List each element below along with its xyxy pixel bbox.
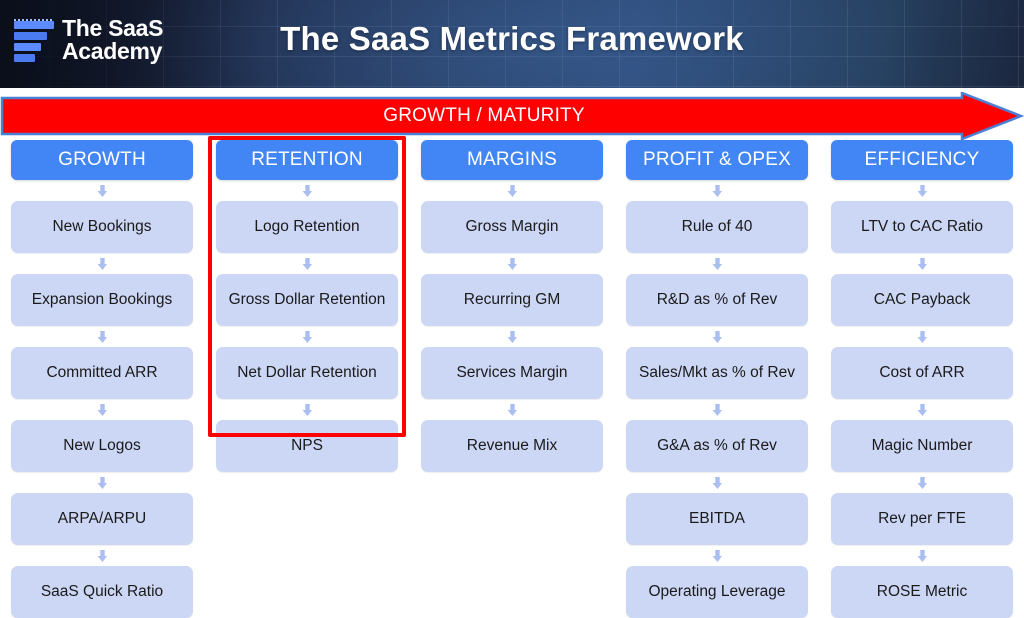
column-header-efficiency[interactable]: EFFICIENCY — [831, 140, 1013, 180]
metric-cell[interactable]: EBITDA — [626, 493, 808, 545]
connector-arrow — [626, 326, 808, 347]
column-header-retention[interactable]: RETENTION — [216, 140, 398, 180]
connector-arrow — [831, 253, 1013, 274]
column-margins: MARGINS Gross Margin Recurring GM Servic… — [421, 140, 603, 472]
connector-arrow — [831, 472, 1013, 493]
column-growth: GROWTH New Bookings Expansion Bookings C… — [11, 140, 193, 618]
metric-cell[interactable]: Rule of 40 — [626, 201, 808, 253]
metric-cell[interactable]: New Bookings — [11, 201, 193, 253]
connector-arrow — [216, 326, 398, 347]
metric-cell[interactable]: Committed ARR — [11, 347, 193, 399]
column-efficiency: EFFICIENCY LTV to CAC Ratio CAC Payback … — [831, 140, 1013, 618]
connector-arrow — [626, 472, 808, 493]
page-title: The SaaS Metrics Framework — [280, 20, 744, 57]
metrics-framework-grid: GROWTH New Bookings Expansion Bookings C… — [0, 140, 1024, 618]
metric-cell[interactable]: NPS — [216, 420, 398, 472]
metric-cell[interactable]: ROSE Metric — [831, 566, 1013, 618]
connector-arrow — [11, 399, 193, 420]
connector-arrow — [11, 180, 193, 201]
connector-arrow — [421, 326, 603, 347]
connector-arrow — [216, 180, 398, 201]
column-profit-opex: PROFIT & OPEX Rule of 40 R&D as % of Rev… — [626, 140, 808, 618]
growth-maturity-arrow-banner: GROWTH / MATURITY — [0, 92, 1024, 140]
metric-cell[interactable]: Logo Retention — [216, 201, 398, 253]
metric-cell[interactable]: Revenue Mix — [421, 420, 603, 472]
column-header-growth[interactable]: GROWTH — [11, 140, 193, 180]
page-header: The SaaS Academy The SaaS Metrics Framew… — [0, 0, 1024, 88]
metric-cell[interactable]: Magic Number — [831, 420, 1013, 472]
metric-cell[interactable]: ARPA/ARPU — [11, 493, 193, 545]
column-header-margins[interactable]: MARGINS — [421, 140, 603, 180]
banner-label: GROWTH / MATURITY — [383, 105, 585, 126]
connector-arrow — [831, 180, 1013, 201]
metric-cell[interactable]: Net Dollar Retention — [216, 347, 398, 399]
metric-cell[interactable]: Recurring GM — [421, 274, 603, 326]
connector-arrow — [831, 545, 1013, 566]
connector-arrow — [421, 253, 603, 274]
metric-cell[interactable]: LTV to CAC Ratio — [831, 201, 1013, 253]
connector-arrow — [626, 253, 808, 274]
metric-cell[interactable]: CAC Payback — [831, 274, 1013, 326]
connector-arrow — [11, 472, 193, 493]
metric-cell[interactable]: Gross Dollar Retention — [216, 274, 398, 326]
connector-arrow — [11, 253, 193, 274]
metric-cell[interactable]: Rev per FTE — [831, 493, 1013, 545]
metric-cell[interactable]: Operating Leverage — [626, 566, 808, 618]
connector-arrow — [626, 399, 808, 420]
metric-cell[interactable]: Cost of ARR — [831, 347, 1013, 399]
column-header-profit-opex[interactable]: PROFIT & OPEX — [626, 140, 808, 180]
metric-cell[interactable]: Gross Margin — [421, 201, 603, 253]
column-retention: RETENTION Logo Retention Gross Dollar Re… — [216, 140, 398, 472]
metric-cell[interactable]: Expansion Bookings — [11, 274, 193, 326]
metric-cell[interactable]: SaaS Quick Ratio — [11, 566, 193, 618]
metric-cell[interactable]: R&D as % of Rev — [626, 274, 808, 326]
connector-arrow — [216, 253, 398, 274]
metric-cell[interactable]: New Logos — [11, 420, 193, 472]
metric-cell[interactable]: Services Margin — [421, 347, 603, 399]
connector-arrow — [626, 180, 808, 201]
connector-arrow — [421, 399, 603, 420]
connector-arrow — [11, 326, 193, 347]
metric-cell[interactable]: G&A as % of Rev — [626, 420, 808, 472]
connector-arrow — [831, 326, 1013, 347]
connector-arrow — [421, 180, 603, 201]
metric-cell[interactable]: Sales/Mkt as % of Rev — [626, 347, 808, 399]
connector-arrow — [831, 399, 1013, 420]
connector-arrow — [216, 399, 398, 420]
connector-arrow — [11, 545, 193, 566]
connector-arrow — [626, 545, 808, 566]
